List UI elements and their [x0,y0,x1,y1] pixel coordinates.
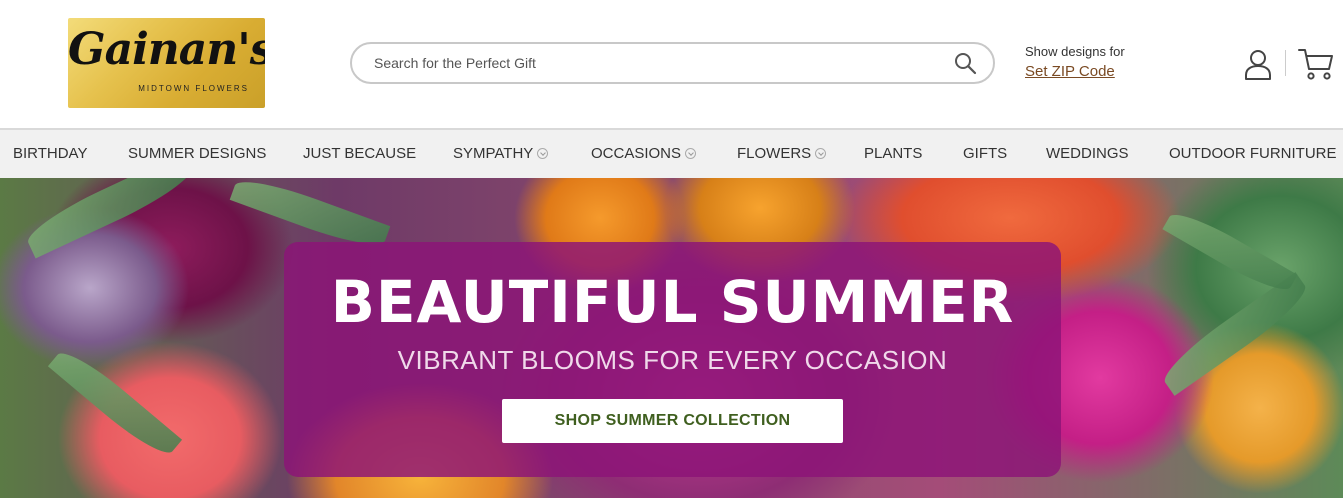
search-bar [350,42,995,84]
site-header: Gainan's MIDTOWN FLOWERS Show designs fo… [0,0,1343,128]
nav-item-birthday[interactable]: BIRTHDAY [13,130,87,178]
nav-item-flowers[interactable]: FLOWERS [737,130,827,178]
hero-banner: BEAUTIFUL SUMMER VIBRANT BLOOMS FOR EVER… [0,178,1343,498]
nav-item-weddings[interactable]: WEDDINGS [1046,130,1129,178]
shop-summer-collection-button[interactable]: SHOP SUMMER COLLECTION [502,399,843,443]
user-icon[interactable] [1243,49,1273,81]
nav-item-sympathy[interactable]: SYMPATHY [453,130,549,178]
search-icon[interactable] [953,51,977,75]
hero-subline: VIBRANT BLOOMS FOR EVERY OCCASION [397,345,948,375]
zip-label: Show designs for [1025,44,1125,59]
nav-item-summer-designs[interactable]: SUMMER DESIGNS [128,130,266,178]
hero-promo-panel: BEAUTIFUL SUMMER VIBRANT BLOOMS FOR EVER… [284,242,1061,477]
chevron-down-icon [815,147,827,159]
hero-leaf [1156,272,1314,396]
cart-icon[interactable] [1298,47,1334,81]
search-input[interactable] [374,52,934,74]
hero-headline: BEAUTIFUL SUMMER [330,268,1015,336]
nav-item-outdoor-furniture[interactable]: OUTDOOR FURNITURE [1169,130,1337,178]
nav-item-just-because[interactable]: JUST BECAUSE [303,130,416,178]
hero-leaf [21,178,199,259]
nav-item-plants[interactable]: PLANTS [864,130,922,178]
nav-item-occasions[interactable]: OCCASIONS [591,130,697,178]
zip-selector: Show designs for Set ZIP Code [1025,44,1125,80]
header-divider [1285,50,1286,76]
nav-item-gifts[interactable]: GIFTS [963,130,1007,178]
chevron-down-icon [685,147,697,159]
set-zip-link[interactable]: Set ZIP Code [1025,63,1125,80]
main-navigation: BIRTHDAY SUMMER DESIGNS JUST BECAUSE SYM… [0,128,1343,178]
hero-leaf [1162,204,1298,300]
hero-leaf [47,343,183,463]
logo-script: Gainan's [68,24,265,75]
gainans-logo[interactable]: Gainan's MIDTOWN FLOWERS [68,18,265,108]
chevron-down-icon [537,147,549,159]
logo-tagline: MIDTOWN FLOWERS [138,84,249,93]
